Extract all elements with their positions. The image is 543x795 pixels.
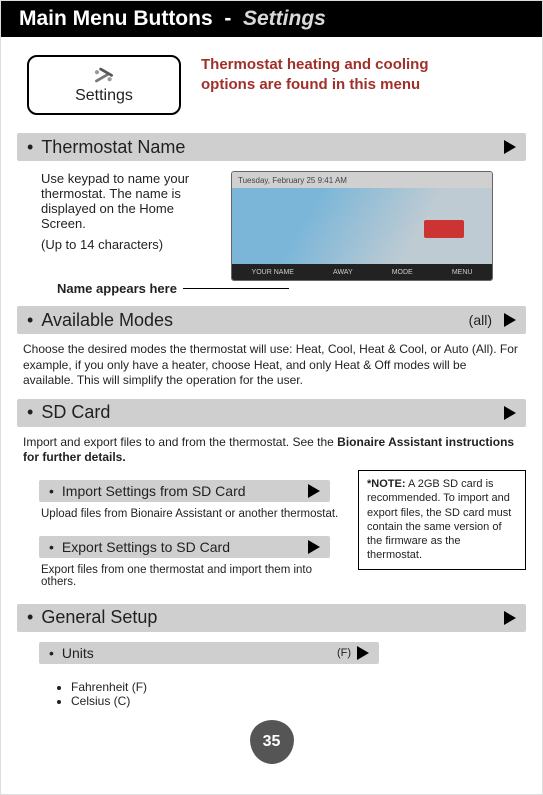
mock-date: Tuesday, February 25 9:41 AM	[232, 172, 492, 188]
title-sub: Settings	[243, 7, 326, 30]
char-limit: (Up to 14 characters)	[41, 237, 211, 252]
mock-tab: YOUR NAME	[252, 269, 294, 276]
settings-tile-label: Settings	[75, 87, 133, 105]
chevron-right-icon	[504, 140, 516, 154]
available-modes-desc: Choose the desired modes the thermostat …	[1, 338, 542, 389]
tools-icon	[90, 65, 118, 85]
chevron-right-icon	[308, 540, 320, 554]
chevron-right-icon	[308, 484, 320, 498]
section-sd-card[interactable]: SD Card	[17, 399, 526, 427]
chevron-right-icon	[504, 611, 516, 625]
sd-card-desc: Import and export files to and from the …	[1, 431, 542, 466]
section-label: General Setup	[27, 607, 157, 628]
section-available-modes[interactable]: Available Modes (all)	[17, 306, 526, 334]
section-label: Available Modes	[27, 310, 173, 331]
thermostat-mockup: Tuesday, February 25 9:41 AM 72 YOUR NAM…	[231, 171, 493, 281]
section-thermostat-name[interactable]: Thermostat Name	[17, 133, 526, 161]
import-desc: Upload files from Bionaire Assistant or …	[17, 506, 345, 526]
settings-tile: Settings	[27, 55, 181, 115]
callout-line	[183, 288, 289, 289]
chevron-right-icon	[357, 646, 369, 660]
page-title-bar: Main Menu Buttons - Settings	[1, 1, 542, 37]
section-value: (F)	[337, 647, 351, 659]
section-import-sd[interactable]: Import Settings from SD Card	[39, 480, 330, 502]
title-sep: -	[224, 7, 231, 30]
export-desc: Export files from one thermostat and imp…	[17, 562, 345, 594]
unit-option: Fahrenheit (F)	[71, 680, 542, 694]
section-label: Export Settings to SD Card	[49, 539, 230, 555]
sd-note: *NOTE: A 2GB SD card is recommended. To …	[358, 470, 526, 570]
name-appears-label: Name appears here	[57, 281, 177, 296]
section-label: Units	[49, 645, 94, 661]
section-general-setup[interactable]: General Setup	[17, 604, 526, 632]
section-label: Thermostat Name	[27, 137, 185, 158]
title-main: Main Menu Buttons	[19, 7, 213, 30]
chevron-right-icon	[504, 313, 516, 327]
section-label: Import Settings from SD Card	[49, 483, 246, 499]
intro-text: Thermostat heating and cooling options a…	[201, 55, 451, 96]
mock-tab: MENU	[452, 269, 473, 276]
mock-tab: MODE	[392, 269, 413, 276]
page-number: 35	[250, 720, 294, 764]
unit-option: Celsius (C)	[71, 694, 542, 708]
section-value: (all)	[469, 312, 492, 328]
section-units[interactable]: Units (F)	[39, 642, 379, 664]
chevron-right-icon	[504, 406, 516, 420]
section-export-sd[interactable]: Export Settings to SD Card	[39, 536, 330, 558]
thermostat-name-desc: Use keypad to name your thermostat. The …	[41, 171, 211, 231]
mock-tab: AWAY	[333, 269, 353, 276]
units-options: Fahrenheit (F) Celsius (C)	[1, 676, 542, 708]
section-label: SD Card	[27, 402, 110, 423]
